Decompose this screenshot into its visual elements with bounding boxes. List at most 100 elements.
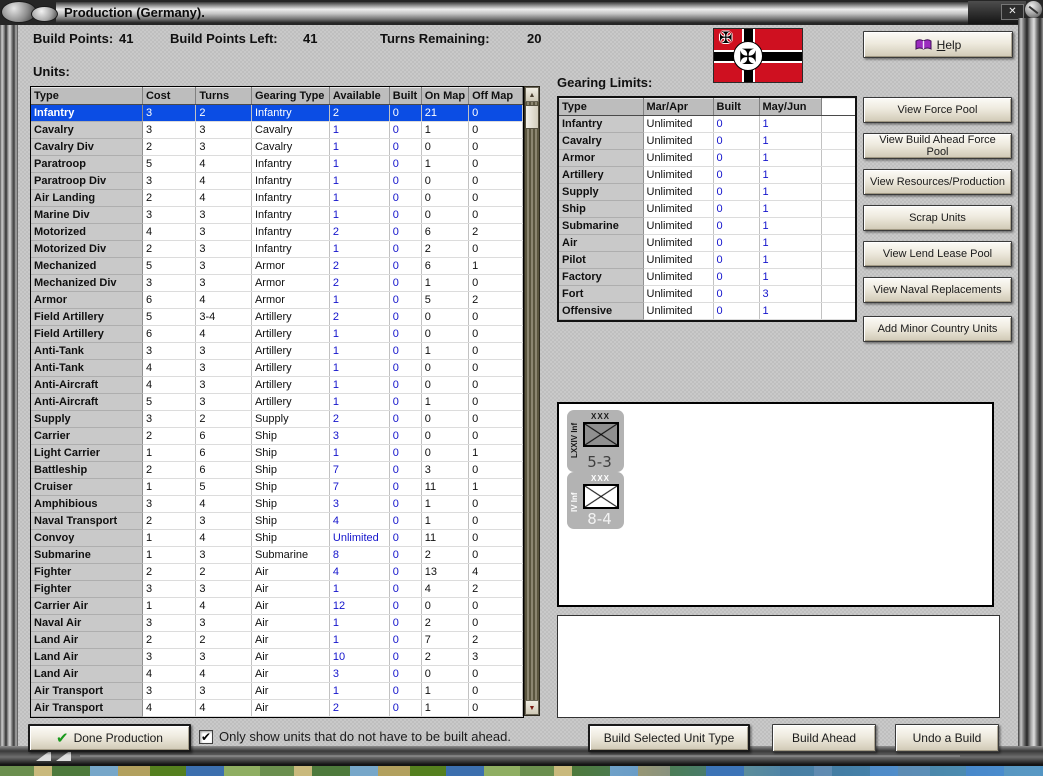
unit-cell-gearing: Infantry [251,240,330,258]
unit-cell-off_map: 0 [468,393,523,411]
units-scrollbar[interactable]: ▲ ▼ [524,86,540,716]
unit-cell-cost: 3 [142,121,197,139]
unit-cell-type: Fighter [31,563,143,581]
side-button-view-resources-production[interactable]: View Resources/Production [863,169,1012,195]
unit-row[interactable]: Mechanized 5 3 Armor 2 0 6 1 [31,257,523,275]
gearing-row[interactable]: Factory Unlimited 0 1 [559,268,855,286]
gearing-row[interactable]: Ship Unlimited 0 1 [559,200,855,218]
gearing-cell-mar_apr: Unlimited [643,166,714,184]
unit-cell-built: 0 [389,104,422,122]
gearing-cell-filler [821,149,855,167]
unit-row[interactable]: Fighter 3 3 Air 1 0 4 2 [31,580,523,598]
side-button-view-lend-lease-pool[interactable]: View Lend Lease Pool [863,241,1012,267]
unit-row[interactable]: Cruiser 1 5 Ship 7 0 11 1 [31,478,523,496]
undo-a-build-button[interactable]: Undo a Build [895,724,999,752]
unit-row[interactable]: Light Carrier 1 6 Ship 1 0 0 1 [31,444,523,462]
unit-row[interactable]: Land Air 2 2 Air 1 0 7 2 [31,631,523,649]
unit-row[interactable]: Infantry 3 2 Infantry 2 0 21 0 [31,104,523,122]
side-button-view-force-pool[interactable]: View Force Pool [863,97,1012,123]
side-button-view-naval-replacements[interactable]: View Naval Replacements [863,277,1012,303]
unit-row[interactable]: Anti-Aircraft 4 3 Artillery 1 0 0 0 [31,376,523,394]
unit-row[interactable]: Convoy 1 4 Ship Unlimited 0 11 0 [31,529,523,547]
unit-row[interactable]: Field Artillery 6 4 Artillery 1 0 0 0 [31,325,523,343]
unit-row[interactable]: Carrier Air 1 4 Air 12 0 0 0 [31,597,523,615]
unit-cell-type: Cavalry Div [31,138,143,156]
gearing-row[interactable]: Air Unlimited 0 1 [559,234,855,252]
scroll-down-icon[interactable]: ▼ [525,700,539,715]
unit-row[interactable]: Marine Div 3 3 Infantry 1 0 0 0 [31,206,523,224]
gearing-row[interactable]: Cavalry Unlimited 0 1 [559,132,855,150]
unit-row[interactable]: Motorized 4 3 Infantry 2 0 6 2 [31,223,523,241]
unit-row[interactable]: Anti-Tank 3 3 Artillery 1 0 1 0 [31,342,523,360]
gearing-row[interactable]: Infantry Unlimited 0 1 [559,115,855,133]
done-production-button[interactable]: ✔ Done Production [28,724,191,752]
unit-cell-on_map: 1 [421,121,470,139]
unit-cell-gearing: Armor [251,274,330,292]
scroll-up-icon[interactable]: ▲ [525,87,539,102]
build-ahead-button[interactable]: Build Ahead [772,724,876,752]
unit-row[interactable]: Cavalry Div 2 3 Cavalry 1 0 0 0 [31,138,523,156]
gearing-row[interactable]: Offensive Unlimited 0 1 [559,302,855,320]
unit-row[interactable]: Land Air 4 4 Air 3 0 0 0 [31,665,523,683]
gearing-row[interactable]: Fort Unlimited 0 3 [559,285,855,303]
unit-row[interactable]: Submarine 1 3 Submarine 8 0 2 0 [31,546,523,564]
help-button[interactable]: Help [863,31,1013,58]
unit-row[interactable]: Anti-Aircraft 5 3 Artillery 1 0 1 0 [31,393,523,411]
unit-cell-available: 2 [329,410,390,428]
gearing-row[interactable]: Supply Unlimited 0 1 [559,183,855,201]
unit-row[interactable]: Fighter 2 2 Air 4 0 13 4 [31,563,523,581]
unit-row[interactable]: Air Transport 3 3 Air 1 0 1 0 [31,682,523,700]
unit-cell-built: 0 [389,155,422,173]
unit-cell-available: 1 [329,155,390,173]
unit-row[interactable]: Cavalry 3 3 Cavalry 1 0 1 0 [31,121,523,139]
gearing-row[interactable]: Submarine Unlimited 0 1 [559,217,855,235]
scrollbar-thumb[interactable] [525,105,539,129]
unit-cell-on_map: 1 [421,512,470,530]
gearing-row[interactable]: Armor Unlimited 0 1 [559,149,855,167]
game-map-sliver [0,766,1043,776]
unit-cell-built: 0 [389,682,422,700]
unit-cell-built: 0 [389,206,422,224]
unit-cell-turns: 3 [195,342,252,360]
unit-cell-on_map: 11 [421,478,470,496]
unit-cell-turns: 3 [195,223,252,241]
unit-cell-available: 1 [329,121,390,139]
unit-cell-off_map: 0 [468,172,523,190]
gearing-cell-mar_apr: Unlimited [643,115,714,133]
unit-row[interactable]: Motorized Div 2 3 Infantry 1 0 2 0 [31,240,523,258]
unit-counter-lxxiv-inf[interactable]: XXX LXXIV Inf 5-3 [567,410,624,472]
gearing-table-header: Type Mar/Apr Built May/Jun [559,98,855,116]
unit-row[interactable]: Field Artillery 5 3-4 Artillery 2 0 0 0 [31,308,523,326]
gearing-cell-type: Fort [559,285,644,303]
unit-row[interactable]: Carrier 2 6 Ship 3 0 0 0 [31,427,523,445]
unit-row[interactable]: Armor 6 4 Armor 1 0 5 2 [31,291,523,309]
build-selected-unit-type-button[interactable]: Build Selected Unit Type [588,724,750,752]
side-button-view-build-ahead-force-pool[interactable]: View Build Ahead Force Pool [863,133,1012,159]
gearing-row[interactable]: Pilot Unlimited 0 1 [559,251,855,269]
unit-cell-turns: 3 [195,546,252,564]
unit-cell-built: 0 [389,240,422,258]
unit-row[interactable]: Mechanized Div 3 3 Armor 2 0 1 0 [31,274,523,292]
gearing-row[interactable]: Artillery Unlimited 0 1 [559,166,855,184]
unit-row[interactable]: Amphibious 3 4 Ship 3 0 1 0 [31,495,523,513]
unit-row[interactable]: Paratroop Div 3 4 Infantry 1 0 0 0 [31,172,523,190]
unit-cell-off_map: 0 [468,665,523,683]
unit-counter-iv-inf[interactable]: XXX IV Inf 8-4 [567,472,624,529]
unit-row[interactable]: Paratroop 5 4 Infantry 1 0 1 0 [31,155,523,173]
unit-row[interactable]: Naval Air 3 3 Air 1 0 2 0 [31,614,523,632]
unit-cell-available: 3 [329,495,390,513]
unit-row[interactable]: Supply 3 2 Supply 2 0 0 0 [31,410,523,428]
unit-row[interactable]: Land Air 3 3 Air 10 0 2 3 [31,648,523,666]
unit-cell-built: 0 [389,495,422,513]
unit-row[interactable]: Air Transport 4 4 Air 2 0 1 0 [31,699,523,717]
only-show-units-checkbox[interactable]: ✔ [199,730,213,744]
unit-row[interactable]: Naval Transport 2 3 Ship 4 0 1 0 [31,512,523,530]
unit-cell-turns: 3-4 [195,308,252,326]
unit-row[interactable]: Air Landing 2 4 Infantry 1 0 0 0 [31,189,523,207]
unit-row[interactable]: Battleship 2 6 Ship 7 0 3 0 [31,461,523,479]
side-button-scrap-units[interactable]: Scrap Units [863,205,1012,231]
window-restore-icon[interactable] [31,6,58,22]
side-button-add-minor-country-units[interactable]: Add Minor Country Units [863,316,1012,342]
unit-row[interactable]: Anti-Tank 4 3 Artillery 1 0 0 0 [31,359,523,377]
unit-cell-gearing: Armor [251,291,330,309]
